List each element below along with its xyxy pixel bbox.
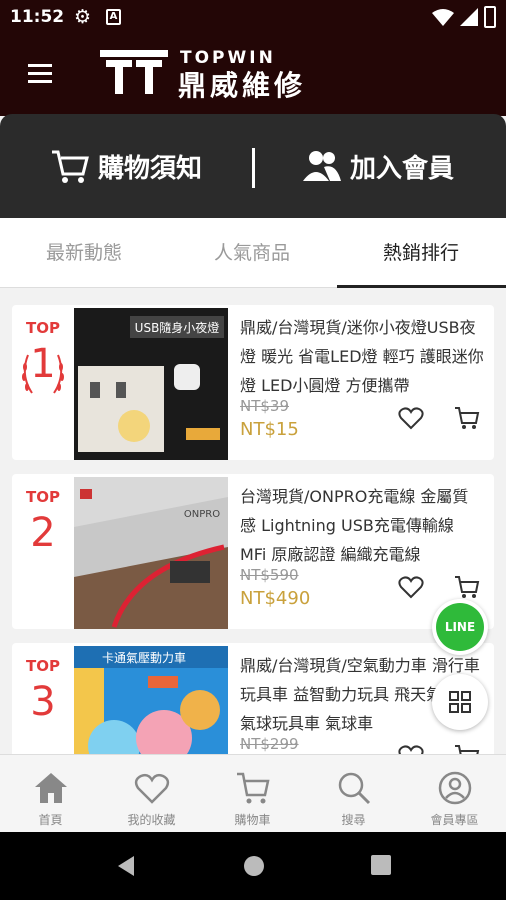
line-label: LINE <box>436 603 484 651</box>
logo-chinese: 鼎威維修 <box>178 69 307 102</box>
rank-number: 3 <box>30 679 56 725</box>
sale-price: NT$490 <box>240 588 311 609</box>
system-navigation-bar <box>0 832 506 900</box>
add-to-cart-icon[interactable] <box>454 574 480 600</box>
battery-icon <box>484 6 496 28</box>
rank-label: TOP <box>26 488 60 506</box>
original-price: NT$39 <box>240 397 290 415</box>
add-to-cart-icon[interactable] <box>454 743 480 754</box>
tab-bar: 最新動態 人氣商品 熱銷排行 <box>0 218 506 288</box>
nav-search[interactable]: 搜尋 <box>303 755 404 833</box>
grid-icon <box>449 691 471 713</box>
tab-latest-news[interactable]: 最新動態 <box>0 218 168 288</box>
heart-icon <box>134 773 170 804</box>
rank-number: 1 <box>30 341 56 387</box>
product-card[interactable]: TOP 1 USB隨身小夜燈 鼎威/台灣現貨/迷你小夜燈USB夜燈 暖光 省電L… <box>12 305 494 460</box>
home-icon <box>35 773 67 803</box>
tab-best-selling[interactable]: 熱銷排行 <box>337 218 506 288</box>
nav-home-label: 首頁 <box>38 813 63 827</box>
product-card[interactable]: TOP 2 ONPRO 台灣現貨/ONPRO充電線 金屬質感 Lightning… <box>12 474 494 629</box>
grid-menu-button[interactable] <box>432 674 488 730</box>
nav-favorites-label: 我的收藏 <box>127 813 176 827</box>
shopping-cart-icon <box>52 150 89 183</box>
add-to-cart-icon[interactable] <box>454 405 480 431</box>
product-image[interactable]: USB隨身小夜燈 <box>74 308 228 460</box>
nav-home[interactable]: 首頁 <box>0 755 101 833</box>
rank-label: TOP <box>26 319 60 337</box>
sale-price: NT$15 <box>240 419 299 440</box>
cart-icon <box>237 772 270 804</box>
signal-icon <box>460 8 478 26</box>
wifi-icon <box>432 9 454 26</box>
nav-favorites[interactable]: 我的收藏 <box>101 755 202 833</box>
nav-member[interactable]: 會員專區 <box>404 755 505 833</box>
line-chat-button[interactable]: LINE <box>432 599 488 655</box>
shopping-guide-label: 購物須知 <box>98 153 203 184</box>
action-divider <box>252 148 255 188</box>
thumb-title: USB隨身小夜燈 <box>135 320 220 335</box>
heart-icon[interactable] <box>398 574 424 600</box>
product-card[interactable]: TOP 3 卡通氣壓動力車 鼎威/台灣現貨/空氣動力車 滑行車 玩具車 益智動力… <box>12 643 494 754</box>
members-icon <box>303 151 341 181</box>
home-circle-icon[interactable] <box>242 854 266 878</box>
join-member-label: 加入會員 <box>350 153 455 184</box>
product-image[interactable]: 卡通氣壓動力車 <box>74 646 228 754</box>
thumb-brand: ONPRO <box>184 509 220 520</box>
status-bar: 11:52 ⚙ A <box>0 0 506 36</box>
nav-cart-label: 購物車 <box>234 813 271 827</box>
gear-icon: ⚙ <box>74 6 92 28</box>
nav-member-label: 會員專區 <box>430 813 479 827</box>
menu-icon[interactable] <box>28 64 52 84</box>
back-icon[interactable] <box>114 854 138 878</box>
action-bar: 購物須知 加入會員 <box>0 114 506 218</box>
nav-cart[interactable]: 購物車 <box>202 755 303 833</box>
product-list[interactable]: TOP 1 USB隨身小夜燈 鼎威/台灣現貨/迷你小夜燈USB夜燈 暖光 省電L… <box>0 288 506 754</box>
status-time: 11:52 <box>10 7 65 27</box>
a-notification-icon: A <box>106 9 121 25</box>
brand-logo: TOPWIN 鼎威維修 <box>100 46 320 102</box>
product-title[interactable]: 台灣現貨/ONPRO充電線 金屬質感 Lightning USB充電傳輸線 MF… <box>240 482 484 572</box>
rank-label: TOP <box>26 657 60 675</box>
user-icon <box>438 771 472 805</box>
topwin-logo-mark <box>100 50 168 94</box>
join-member-button[interactable]: 加入會員 <box>302 140 454 192</box>
tab-popular[interactable]: 人氣商品 <box>168 218 336 288</box>
shopping-guide-button[interactable]: 購物須知 <box>50 140 202 192</box>
product-title[interactable]: 鼎威/台灣現貨/迷你小夜燈USB夜燈 暖光 省電LED燈 輕巧 護眼迷你燈 LE… <box>240 313 484 403</box>
heart-icon[interactable] <box>398 743 424 754</box>
bottom-nav: 首頁 我的收藏 購物車 搜尋 會員專區 <box>0 754 506 832</box>
app-header: TOPWIN 鼎威維修 <box>0 36 506 116</box>
original-price: NT$590 <box>240 566 299 584</box>
heart-icon[interactable] <box>398 405 424 431</box>
thumb-title: 卡通氣壓動力車 <box>102 651 186 665</box>
nav-search-label: 搜尋 <box>341 813 366 827</box>
product-image[interactable]: ONPRO <box>74 477 228 629</box>
rank-number: 2 <box>30 510 56 556</box>
original-price: NT$299 <box>240 735 299 753</box>
recents-icon[interactable] <box>370 854 392 876</box>
search-icon <box>338 772 371 805</box>
